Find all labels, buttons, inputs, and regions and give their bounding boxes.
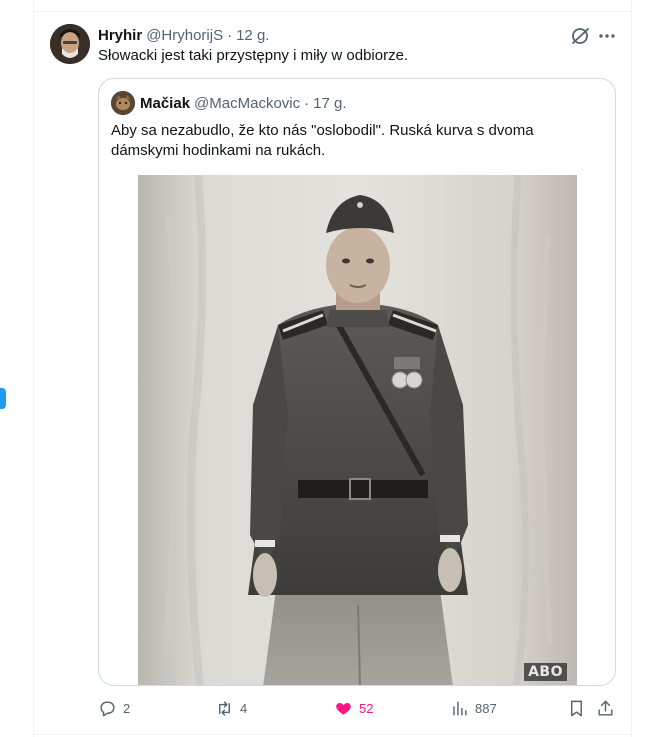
quoted-timestamp: 17 g.	[313, 94, 347, 112]
quoted-text: Aby sa nezabudlo, že kto nás "oslobodil"…	[111, 122, 534, 159]
retweet-button[interactable]: 4	[215, 697, 247, 719]
tweet-text: Słowacki jest taki przystępny i miły w o…	[98, 47, 409, 64]
reply-button[interactable]: 2	[98, 697, 130, 719]
bookmark-button[interactable]	[567, 697, 586, 719]
timestamp[interactable]: 12 g.	[236, 27, 269, 44]
bookmark-icon	[567, 699, 586, 718]
focus-indicator	[0, 388, 6, 409]
avatar[interactable]	[50, 24, 90, 64]
author-name[interactable]: Hryhir	[98, 27, 142, 44]
share-button[interactable]	[596, 697, 615, 719]
image-watermark: ABO	[524, 663, 567, 681]
action-bar: 2 4 52 887	[98, 697, 618, 719]
quoted-avatar	[111, 91, 135, 115]
reply-icon	[98, 699, 117, 718]
divider	[33, 734, 632, 735]
quoted-author-name: Mačiak	[140, 94, 191, 112]
quoted-header: Mačiak @MacMackovic · 17 g.	[140, 93, 347, 113]
views-button[interactable]: 887	[450, 697, 497, 719]
like-count: 52	[359, 700, 374, 716]
retweet-count: 4	[240, 700, 248, 716]
reply-count: 2	[123, 700, 131, 716]
like-icon	[334, 699, 353, 718]
views-count: 887	[475, 700, 497, 716]
retweet-icon	[215, 699, 234, 718]
separator-dot: ·	[227, 26, 233, 44]
divider	[33, 11, 632, 12]
like-button[interactable]: 52	[334, 697, 373, 719]
more-icon[interactable]	[596, 25, 618, 47]
grok-icon[interactable]	[569, 25, 591, 47]
author-handle[interactable]: @HryhorijS	[146, 27, 223, 44]
quoted-tweet[interactable]: Mačiak @MacMackovic · 17 g. Aby sa nezab…	[98, 78, 616, 686]
tweet-header: Hryhir @HryhorijS · 12 g.	[98, 25, 269, 45]
views-icon	[450, 699, 469, 718]
quoted-photo[interactable]: ABO	[138, 175, 577, 685]
quoted-author-handle: @MacMackovic	[194, 94, 301, 112]
share-icon	[596, 699, 615, 718]
separator-dot: ·	[304, 94, 310, 112]
